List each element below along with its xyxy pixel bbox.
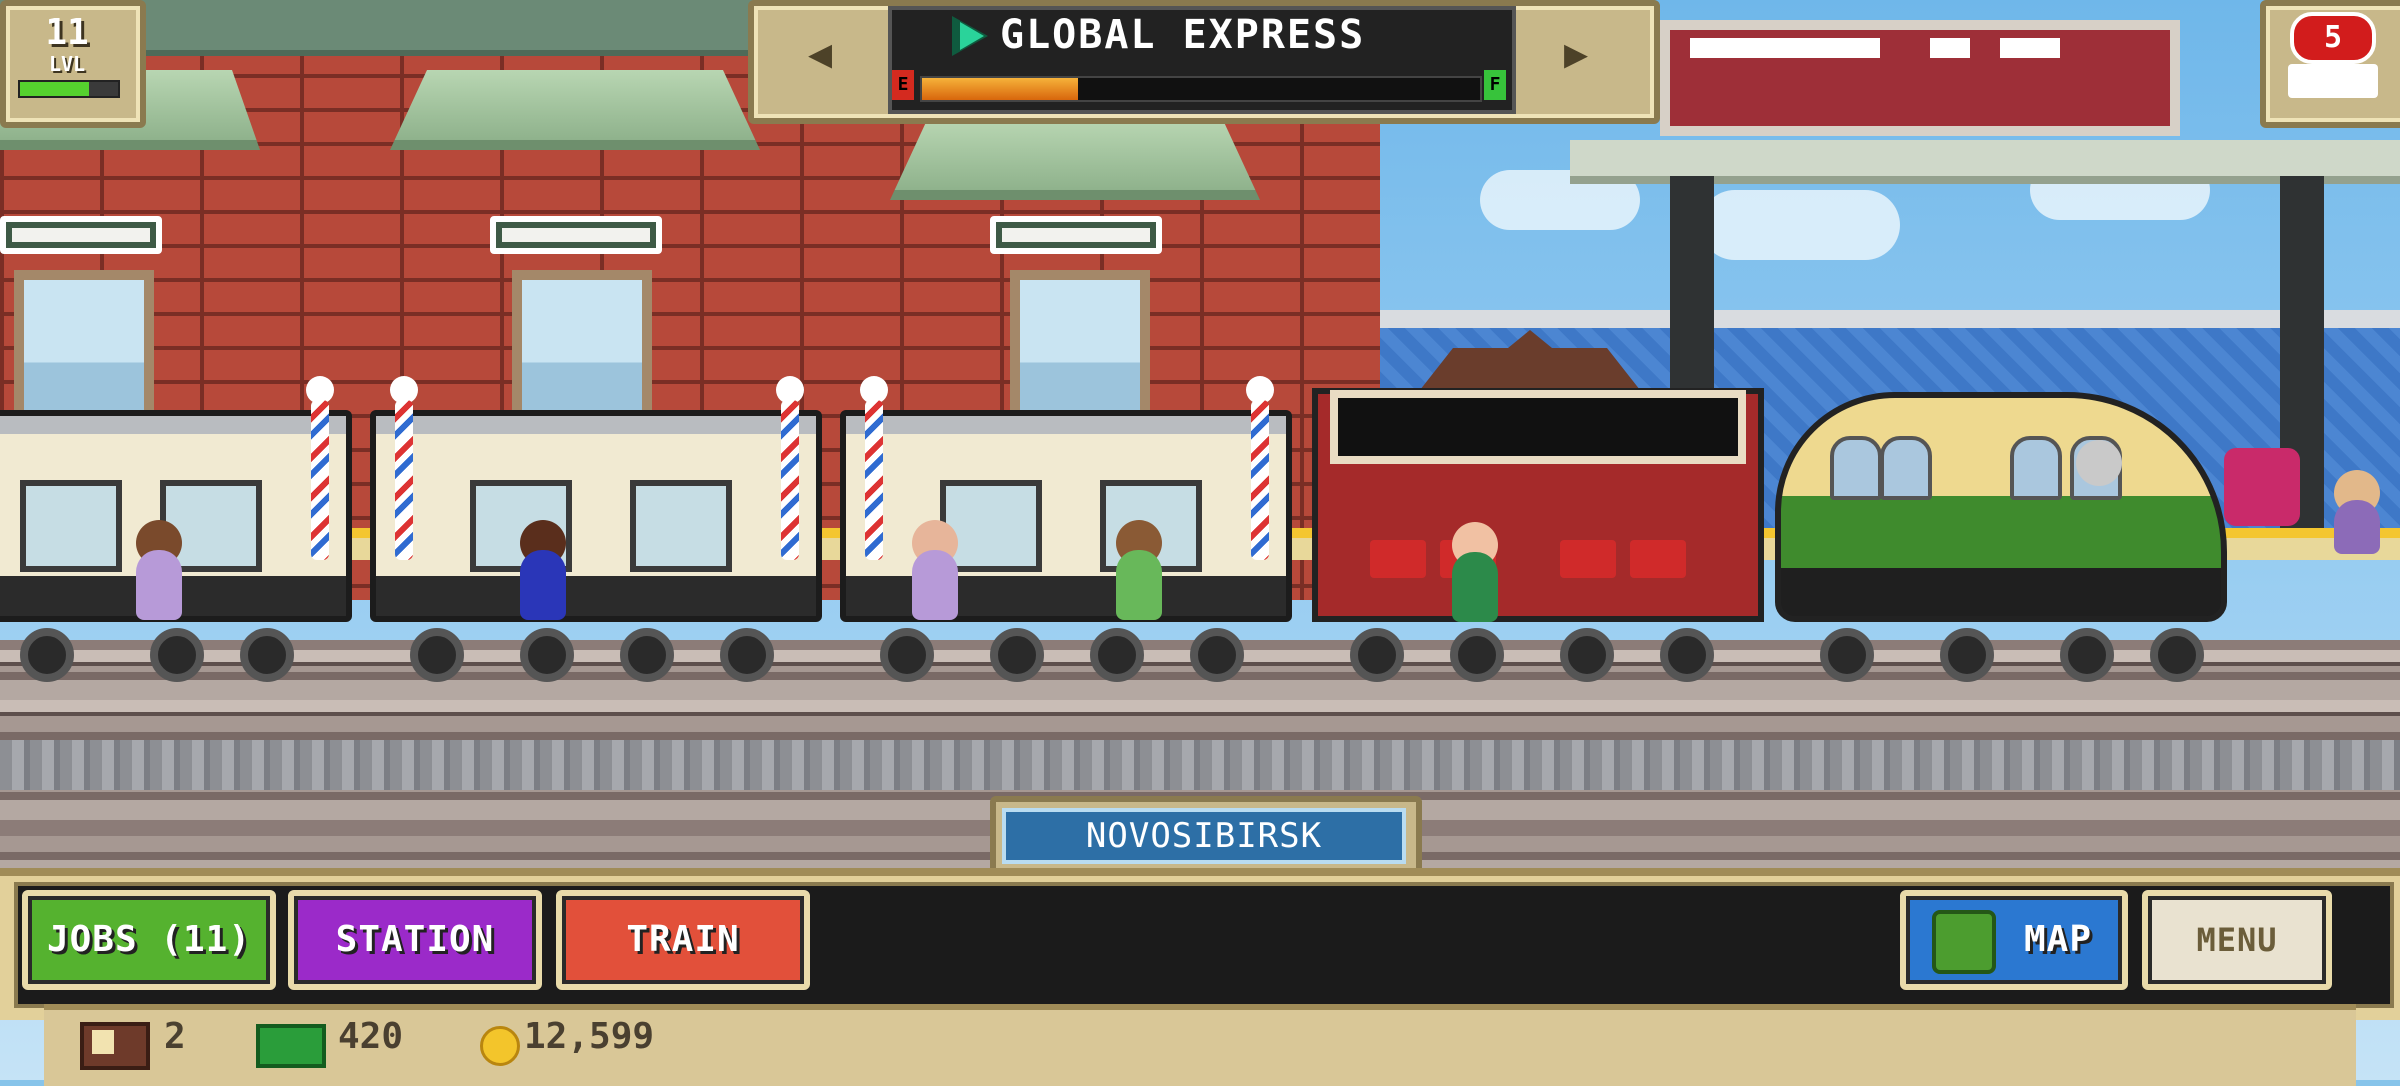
coins-count: 12,599 [524,1016,655,1057]
tickets-count: 2 [164,1016,186,1057]
station-name: NOVOSIBIRSK [1002,808,1406,864]
map-button-label: MAP [2023,919,2092,960]
fuel-full-label: F [1484,70,1506,100]
map-icon [1932,910,1996,974]
coin-icon [480,1026,520,1066]
awning [390,70,760,150]
barber-pole [311,400,329,560]
arrow-right-icon: ▶ [1563,31,1589,77]
barber-pole [395,400,413,560]
ticket-icon [80,1022,150,1070]
locomotive[interactable] [1775,392,2227,622]
passenger-car[interactable] [840,410,1292,622]
level-number: 11 [45,12,89,53]
conductor [2076,440,2122,486]
train-icon [2288,64,2378,98]
train-button[interactable]: TRAIN [556,890,810,990]
station-button[interactable]: STATION [288,890,542,990]
level-progress-bar [18,80,120,98]
rail [0,700,2400,716]
arrow-left-icon: ◀ [807,31,833,77]
fuel-gauge-fill [922,78,1079,100]
theatre-marquee [1330,390,1746,464]
prev-train-button[interactable]: ◀ [760,8,880,100]
fuel-gauge [920,76,1482,102]
menu-button[interactable]: MENU [2142,890,2332,990]
cloud [1700,190,1900,260]
level-label: LVL [48,52,86,76]
level-progress-fill [20,82,89,96]
train-name[interactable]: GLOBAL EXPRESS [1000,12,1420,58]
passenger-car[interactable] [370,410,822,622]
cash-count: 420 [338,1016,404,1057]
fuel-empty-label: E [892,70,914,100]
luggage [2224,448,2300,526]
jobs-button[interactable]: JOBS (11) [22,890,276,990]
awning [890,120,1260,200]
barber-pole [1251,400,1269,560]
next-train-button[interactable]: ▶ [1516,8,1636,100]
cash-icon [256,1024,326,1068]
barber-pole [781,400,799,560]
train-count-badge: 5 [2290,12,2376,64]
barber-pole [865,400,883,560]
